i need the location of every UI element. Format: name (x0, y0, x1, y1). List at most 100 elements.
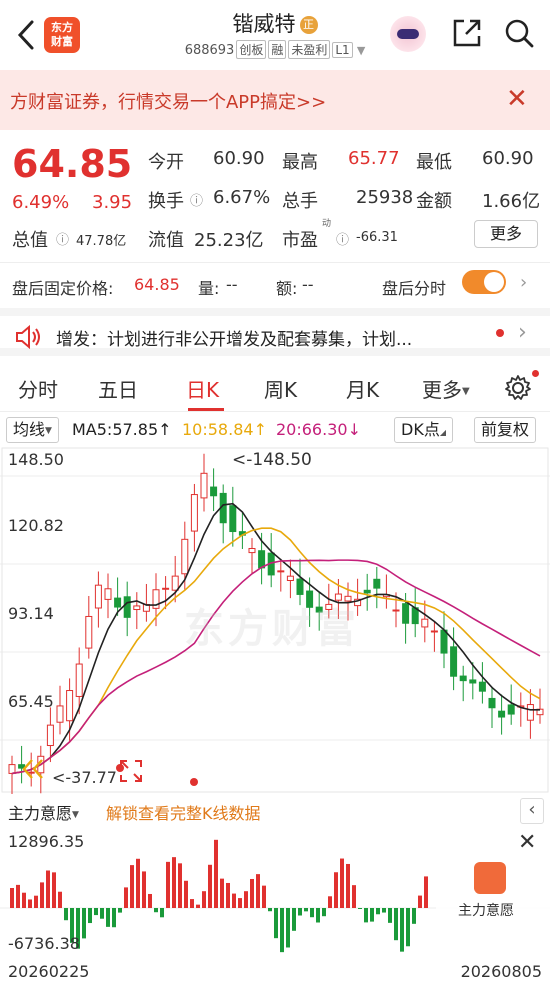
indicator-chart[interactable]: 12896.35 -6736.38 ✕ 主力意愿 (0, 826, 550, 956)
indicator-bar (340, 858, 344, 908)
after-amt-value: -- (302, 275, 314, 294)
after-qty-value: -- (226, 275, 238, 294)
candle-body (286, 575, 294, 581)
change-percent: 6.49% (12, 192, 70, 213)
candle-body (498, 710, 506, 718)
notice-text[interactable]: 增发：计划进行非公开增发及配套募集，计划... (56, 325, 412, 350)
change-amount: 3.95 (92, 192, 133, 213)
indicator-bar (328, 896, 332, 908)
close-icon[interactable]: ✕ (518, 830, 536, 855)
tab-monthly-k[interactable]: 月K (346, 374, 379, 403)
indicator-bar (136, 858, 140, 908)
promo-banner[interactable]: 方财富证券，行情交易一个APP搞定>> ✕ (0, 70, 550, 130)
indicator-bar (160, 908, 164, 918)
indicator-bar (316, 908, 320, 923)
candle-body (123, 596, 131, 618)
indicator-bar (130, 865, 134, 908)
total-cap-label: 总值 (12, 230, 48, 251)
indicator-badge[interactable]: 主力意愿 (436, 860, 550, 924)
indicator-bar (190, 899, 194, 908)
indicator-bar (286, 908, 290, 948)
share-icon[interactable] (450, 16, 484, 50)
float-cap-label: 流值 (148, 230, 184, 251)
indicator-bar (64, 908, 68, 921)
expand-icon[interactable] (118, 758, 144, 784)
open-value: 60.90 (213, 148, 265, 169)
indicator-bar (382, 908, 386, 913)
pe-label: 市盈 (282, 230, 318, 251)
tab-timeshare[interactable]: 分时 (18, 374, 58, 403)
indicator-select[interactable]: 主力意愿▼ (8, 800, 79, 824)
top-bar: 东方 财富 锴威特正 688693 创板融未盈利 L1 ▼ (0, 0, 550, 70)
tab-weekly-k[interactable]: 周K (264, 374, 297, 403)
indicator-bar (226, 882, 230, 908)
indicator-bar (28, 899, 32, 908)
fixed-price-value: 64.85 (134, 275, 180, 294)
chevron-double-left-icon[interactable] (20, 756, 46, 782)
kline-chart[interactable]: 148.50 120.82 93.14 65.45 <-37.77 <-148.… (0, 446, 550, 795)
margin-tag: 融 (268, 40, 287, 59)
start-date: 20260225 (8, 962, 90, 981)
indicator-bar (418, 895, 422, 908)
turnover-value: 6.67% (213, 187, 271, 208)
indicator-bar (202, 891, 206, 908)
amount-value: 1.66亿 (482, 191, 541, 212)
settings-badge-dot (532, 370, 539, 377)
gear-icon[interactable] (504, 374, 532, 402)
indicator-bar (10, 888, 14, 908)
info-icon[interactable]: ⓘ (336, 229, 349, 248)
search-icon[interactable] (502, 16, 536, 50)
open-label: 今开 (148, 152, 184, 173)
candle-body (363, 589, 371, 594)
ma-legend: MA5:57.85↑ 10:58.84↑ 20:66.30↓ (0, 414, 550, 446)
indicator-bar (154, 908, 158, 913)
assistant-avatar-icon[interactable] (390, 16, 426, 52)
info-icon[interactable]: ⓘ (56, 229, 69, 248)
close-icon[interactable]: ✕ (506, 86, 528, 112)
candle-body (190, 494, 198, 532)
low-price-marker: <-37.77 (52, 768, 117, 787)
candle-body (229, 505, 237, 533)
indicator-bar (184, 880, 188, 908)
indicator-bar (232, 893, 236, 908)
chevron-right-icon[interactable]: › (520, 272, 527, 293)
tab-more[interactable]: 更多▼ (422, 374, 470, 403)
chevron-left-icon[interactable]: ‹ (520, 798, 544, 824)
stock-tag-badge: 正 (299, 16, 318, 34)
indicator-bar (40, 882, 44, 908)
indicator-bar (58, 891, 62, 908)
dk-point-button[interactable]: DK点◢ (394, 417, 453, 443)
indicator-bar (310, 908, 314, 918)
indicator-y-max: 12896.35 (8, 832, 85, 851)
indicator-bar (238, 898, 242, 908)
tab-five-day[interactable]: 五日 (98, 374, 138, 403)
chevron-right-icon[interactable]: › (518, 320, 527, 345)
more-button[interactable]: 更多 (474, 220, 538, 248)
candle-body (402, 603, 410, 624)
promo-banner-text[interactable]: 方财富证券，行情交易一个APP搞定>> (10, 88, 326, 114)
indicator-bar (370, 908, 374, 922)
info-icon[interactable]: ⓘ (190, 190, 203, 209)
adjust-mode-button[interactable]: 前复权 (474, 417, 537, 443)
total-cap-value: 47.78亿 (76, 234, 127, 249)
notice-bar[interactable]: 增发：计划进行非公开增发及配套募集，计划... › (0, 308, 550, 356)
after-hours-toggle[interactable] (462, 270, 506, 294)
volume-value: 25938 (356, 187, 414, 208)
last-price: 64.85 (12, 142, 133, 186)
candle-body (392, 609, 400, 612)
ma5-legend: MA5:57.85↑ (72, 420, 172, 439)
speaker-icon (16, 324, 40, 350)
unlock-kline-link[interactable]: 解锁查看完整K线数据 (106, 800, 261, 824)
tab-daily-k[interactable]: 日K (186, 374, 219, 403)
indicator-bar (304, 908, 308, 912)
signal-dot (190, 778, 198, 786)
indicator-y-min: -6736.38 (8, 934, 80, 953)
after-qty-label: 量: (198, 279, 220, 298)
fund-flow-icon (474, 862, 506, 894)
candle-body (258, 550, 266, 569)
candle-body (440, 629, 448, 654)
level-tag: L1 (332, 42, 353, 58)
pe-superscript: 动 (322, 219, 332, 229)
indicator-bar (118, 908, 122, 913)
chevron-down-icon[interactable]: ▼ (357, 44, 365, 57)
